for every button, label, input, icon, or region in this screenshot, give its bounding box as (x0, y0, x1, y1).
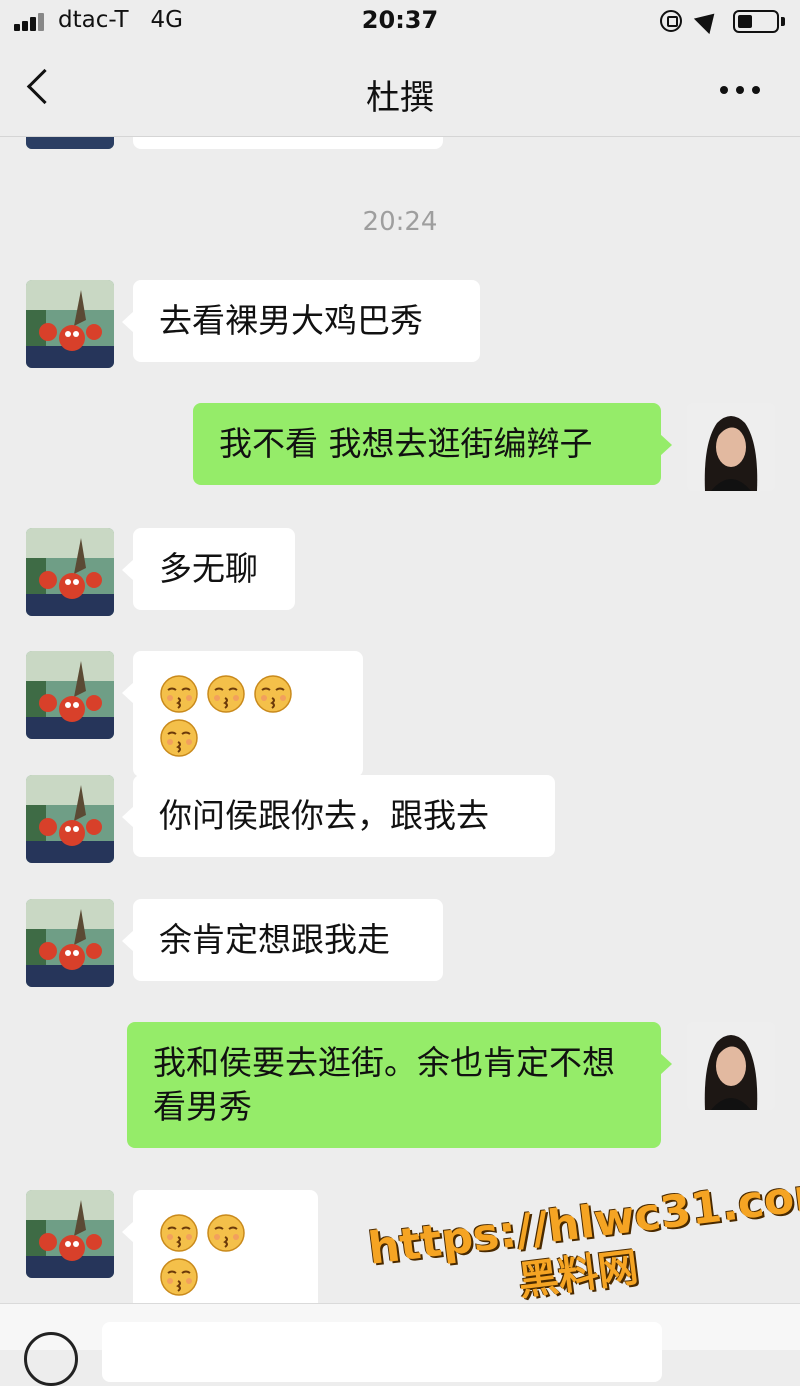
kissing-face-emoji-icon (159, 674, 199, 714)
incoming-message-bubble[interactable]: 去看裸男大鸡巴秀 (122, 280, 480, 362)
incoming-message-bubble[interactable]: 余肯定想跟我走 (122, 899, 443, 981)
kissing-face-emoji-icon (159, 718, 199, 758)
message-text: 我和侯要去逛街。余也肯定不想看男秀 (153, 1043, 615, 1126)
battery-icon (733, 10, 779, 33)
kissing-face-emoji-icon (206, 1213, 246, 1253)
kissing-face-emoji-icon (159, 1257, 199, 1297)
outgoing-message-bubble[interactable]: 我不看 我想去逛街编辫子 (193, 403, 672, 485)
kissing-face-emoji-icon (159, 1213, 199, 1253)
my-avatar[interactable] (687, 1022, 775, 1110)
incoming-message-bubble[interactable]: 你问侯跟你去，跟我去 (122, 775, 555, 857)
contact-avatar[interactable] (26, 1190, 114, 1278)
status-bar: dtac-T 4G 20:37 (0, 0, 800, 44)
contact-avatar[interactable] (26, 651, 114, 739)
kissing-face-emoji-icon (253, 674, 293, 714)
message-text: 多无聊 (159, 549, 258, 588)
rotation-lock-icon (660, 10, 682, 32)
contact-avatar[interactable] (26, 280, 114, 368)
outgoing-message-bubble[interactable]: 我和侯要去逛街。余也肯定不想看男秀 (127, 1022, 672, 1148)
more-dots-icon[interactable] (720, 86, 760, 94)
incoming-message-bubble[interactable] (122, 1190, 318, 1303)
contact-avatar[interactable] (26, 137, 114, 149)
message-text: 余肯定想跟我走 (159, 920, 390, 959)
message-list[interactable]: 20:24 去看裸男大鸡巴秀我不看 我想去逛街编辫子多无聊你问侯跟你去，跟我去余… (0, 137, 800, 1303)
battery-tip (781, 17, 785, 26)
incoming-message-bubble[interactable] (122, 651, 363, 777)
chat-header: 杜撰 (0, 44, 800, 137)
contact-avatar[interactable] (26, 899, 114, 987)
message-input[interactable] (102, 1322, 662, 1382)
message-text: 我不看 我想去逛街编辫子 (219, 424, 593, 463)
incoming-message-bubble[interactable]: 多无聊 (122, 528, 295, 610)
message-timestamp: 20:24 (362, 207, 438, 237)
contact-avatar[interactable] (26, 528, 114, 616)
message-text: 你问侯跟你去，跟我去 (159, 796, 489, 835)
message-text: 去看裸男大鸡巴秀 (159, 301, 423, 340)
my-avatar[interactable] (687, 403, 775, 491)
voice-input-icon[interactable] (24, 1332, 78, 1386)
contact-avatar[interactable] (26, 775, 114, 863)
previous-message-bubble[interactable] (133, 137, 443, 149)
chat-title: 杜撰 (366, 78, 434, 118)
kissing-face-emoji-icon (206, 674, 246, 714)
